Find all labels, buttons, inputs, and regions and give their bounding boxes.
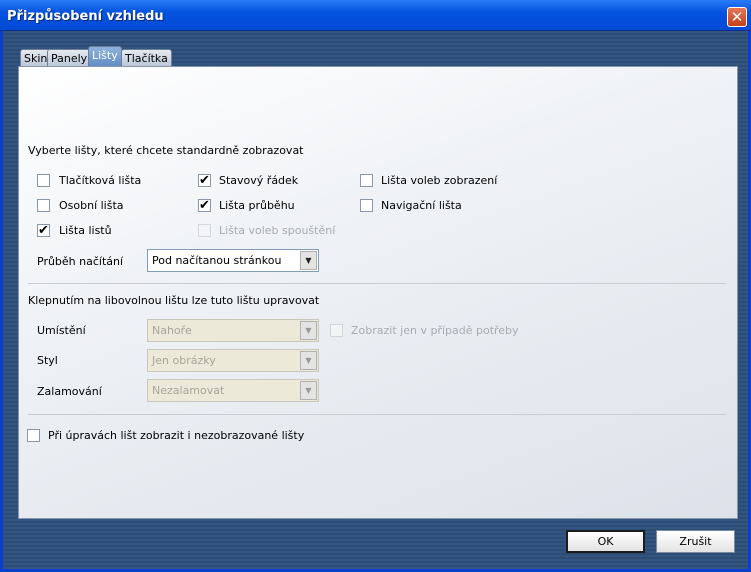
chevron-down-icon[interactable]: ▼ <box>300 251 317 270</box>
label-styl: Styl <box>37 354 58 367</box>
close-icon[interactable]: ✕ <box>727 7 747 27</box>
placement-select: Nahoře ▼ <box>147 319 319 342</box>
tab-panely[interactable]: Panely <box>47 49 92 67</box>
checkbox-stavovy-radek[interactable]: ✔ <box>198 174 211 187</box>
label-osobni-lista: Osobní lišta <box>59 199 124 212</box>
check-icon: ✔ <box>199 173 210 188</box>
select-value: Jen obrázky <box>152 354 216 367</box>
select-value: Nahoře <box>152 324 192 337</box>
wrap-select: Nezalamovat ▼ <box>147 379 319 402</box>
checkbox-lista-voleb-zobrazeni[interactable] <box>360 174 373 187</box>
label-show-hidden-bars: Při úpravách lišt zobrazit i nezobrazova… <box>48 429 305 442</box>
checkbox-lista-voleb-spousteni <box>198 224 211 237</box>
checkbox-tlacitkova-lista[interactable] <box>37 174 50 187</box>
divider <box>28 414 726 415</box>
checkbox-show-hidden-bars[interactable] <box>27 429 40 442</box>
label-lista-voleb-spousteni: Lišta voleb spouštění <box>219 224 336 237</box>
progress-position-select[interactable]: Pod načítanou stránkou ▼ <box>147 249 319 272</box>
label-lista-voleb-zobrazeni: Lišta voleb zobrazení <box>381 174 498 187</box>
label-zalamovani: Zalamování <box>37 385 102 398</box>
select-value: Nezalamovat <box>152 384 225 397</box>
window-title: Přizpůsobení vzhledu <box>7 9 164 24</box>
label-show-if-needed: Zobrazit jen v případě potřeby <box>351 324 519 337</box>
label-prubeh-nacitani: Průběh načítání <box>37 255 124 268</box>
chevron-down-icon: ▼ <box>300 321 317 340</box>
checkbox-osobni-lista[interactable] <box>37 199 50 212</box>
label-navigacni-lista: Navigační lišta <box>381 199 462 212</box>
tab-panel <box>18 66 738 519</box>
title-bar: Přizpůsobení vzhledu ✕ <box>0 0 751 31</box>
cancel-button[interactable]: Zrušit <box>656 530 735 553</box>
style-select: Jen obrázky ▼ <box>147 349 319 372</box>
label-stavovy-radek: Stavový řádek <box>219 174 299 187</box>
label-lista-listu: Lišta listů <box>59 224 112 237</box>
chevron-down-icon: ▼ <box>300 381 317 400</box>
check-icon: ✔ <box>199 198 210 213</box>
divider <box>28 283 726 284</box>
checkbox-lista-prubehu[interactable]: ✔ <box>198 199 211 212</box>
checkbox-show-if-needed <box>330 324 343 337</box>
ok-button[interactable]: OK <box>566 530 645 553</box>
chevron-down-icon: ▼ <box>300 351 317 370</box>
section-heading-default-bars: Vyberte lišty, které chcete standardně z… <box>28 144 304 157</box>
checkbox-navigacni-lista[interactable] <box>360 199 373 212</box>
section-heading-edit-bar: Klepnutím na libovolnou lištu lze tuto l… <box>28 294 320 307</box>
check-icon: ✔ <box>38 223 49 238</box>
label-tlacitkova-lista: Tlačítková lišta <box>59 174 142 187</box>
label-umisteni: Umístění <box>37 324 86 337</box>
label-lista-prubehu: Lišta průběhu <box>219 199 295 212</box>
tab-tlacitka[interactable]: Tlačítka <box>121 49 172 67</box>
tab-listy[interactable]: Lišty <box>88 46 122 67</box>
checkbox-lista-listu[interactable]: ✔ <box>37 224 50 237</box>
select-value: Pod načítanou stránkou <box>152 254 282 267</box>
